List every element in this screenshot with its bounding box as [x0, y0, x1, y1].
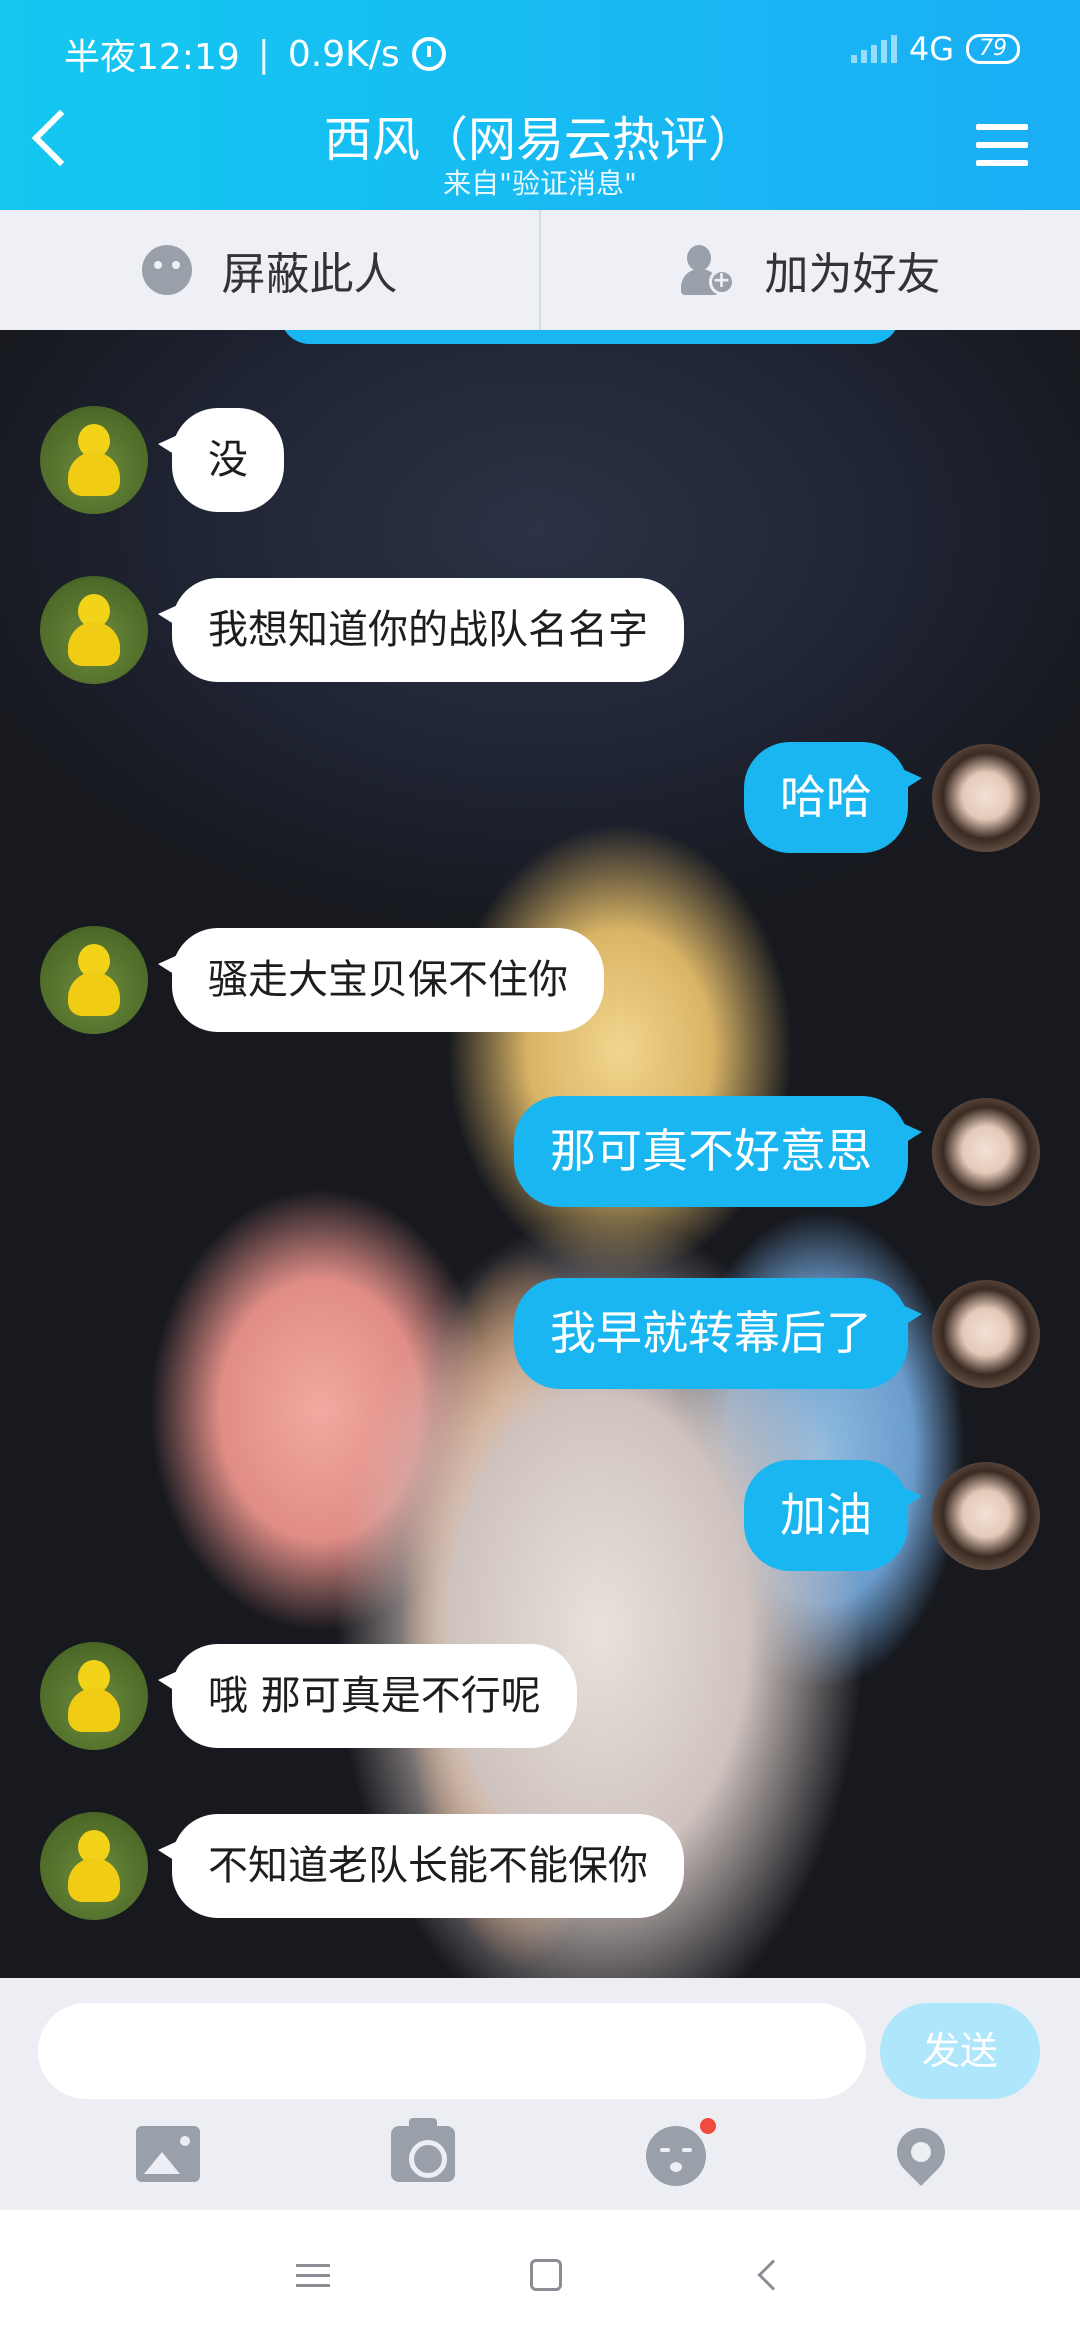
emoji-icon[interactable] — [645, 2118, 716, 2186]
message-bubble[interactable]: 骚走大宝贝保不住你 — [158, 928, 604, 1032]
message-bubble[interactable]: 加油 — [744, 1460, 922, 1572]
add-friend-button[interactable]: + 加为好友 — [539, 210, 1080, 330]
message-bubble[interactable]: 那可真不好意思 — [514, 1096, 922, 1208]
camera-icon[interactable] — [390, 2118, 455, 2182]
add-friend-label: 加为好友 — [764, 249, 941, 300]
add-friend-icon: + — [680, 245, 735, 295]
chat-area[interactable]: 没 我想知道你的战队名名字 哈哈 骚走大宝贝保不住你 那可真不好意思 我早就转幕… — [0, 330, 1080, 1978]
avatar[interactable] — [932, 1461, 1040, 1570]
message-row: 哦 那可真是不行呢 — [40, 1642, 577, 1750]
battery-icon: 79 — [966, 34, 1020, 64]
recent-apps-icon[interactable] — [296, 2257, 330, 2294]
composer-toolbar — [0, 2118, 1080, 2186]
avatar[interactable] — [40, 1642, 148, 1750]
message-row: 哈哈 — [744, 742, 1040, 854]
signal-icon — [850, 35, 897, 63]
title-bar: 半夜12:19 | 0.9K/s 4G 79 西风（网易云热评） 来自"验证消息… — [0, 0, 1080, 210]
message-bubble[interactable]: 没 — [158, 408, 284, 512]
menu-icon[interactable] — [976, 124, 1028, 178]
send-button[interactable]: 发送 — [880, 2003, 1040, 2099]
system-nav-bar — [0, 2210, 1080, 2340]
alarm-icon — [411, 37, 446, 71]
composer: 发送 — [0, 1978, 1080, 2210]
avatar[interactable] — [932, 1279, 1040, 1388]
avatar[interactable] — [40, 576, 148, 684]
avatar[interactable] — [40, 926, 148, 1034]
image-icon[interactable] — [135, 2126, 200, 2182]
message-bubble[interactable]: 我早就转幕后了 — [514, 1278, 922, 1390]
message-bubble[interactable]: 哦 那可真是不行呢 — [158, 1644, 577, 1748]
message-bubble[interactable]: 哈哈 — [744, 742, 922, 854]
network-speed: 0.9K/s — [287, 33, 400, 75]
avatar[interactable] — [40, 1812, 148, 1920]
message-row: 骚走大宝贝保不住你 — [40, 926, 604, 1034]
message-bubble[interactable]: 我想知道你的战队名名字 — [158, 578, 684, 682]
message-row: 没 — [40, 406, 284, 514]
message-input[interactable] — [38, 2003, 866, 2099]
message-row: 不知道老队长能不能保你 — [40, 1812, 684, 1920]
notification-dot — [699, 2118, 716, 2134]
home-icon[interactable] — [530, 2259, 562, 2291]
status-separator: | — [257, 33, 270, 75]
location-icon[interactable] — [886, 2118, 955, 2186]
block-icon — [141, 245, 192, 295]
avatar[interactable] — [932, 1097, 1040, 1206]
status-time: 半夜12:19 — [64, 37, 240, 78]
chat-subtitle: 来自"验证消息" — [443, 167, 637, 200]
action-bar: 屏蔽此人 + 加为好友 — [0, 210, 1080, 330]
message-row: 加油 — [744, 1460, 1040, 1572]
message-bubble[interactable]: 不知道老队长能不能保你 — [158, 1814, 684, 1918]
message-row: 我早就转幕后了 — [514, 1278, 1040, 1390]
message-row: 我想知道你的战队名名字 — [40, 576, 684, 684]
network-type: 4G — [908, 30, 954, 68]
block-user-label: 屏蔽此人 — [221, 249, 398, 300]
status-indicators: 4G 79 — [850, 30, 1020, 68]
avatar[interactable] — [932, 743, 1040, 852]
message-row: 那可真不好意思 — [514, 1096, 1040, 1208]
avatar[interactable] — [40, 406, 148, 514]
chat-title: 西风（网易云热评） — [323, 112, 756, 168]
block-user-button[interactable]: 屏蔽此人 — [0, 210, 539, 330]
status-bar: 半夜12:19 | 0.9K/s — [64, 28, 446, 80]
system-back-icon[interactable] — [757, 2259, 789, 2291]
